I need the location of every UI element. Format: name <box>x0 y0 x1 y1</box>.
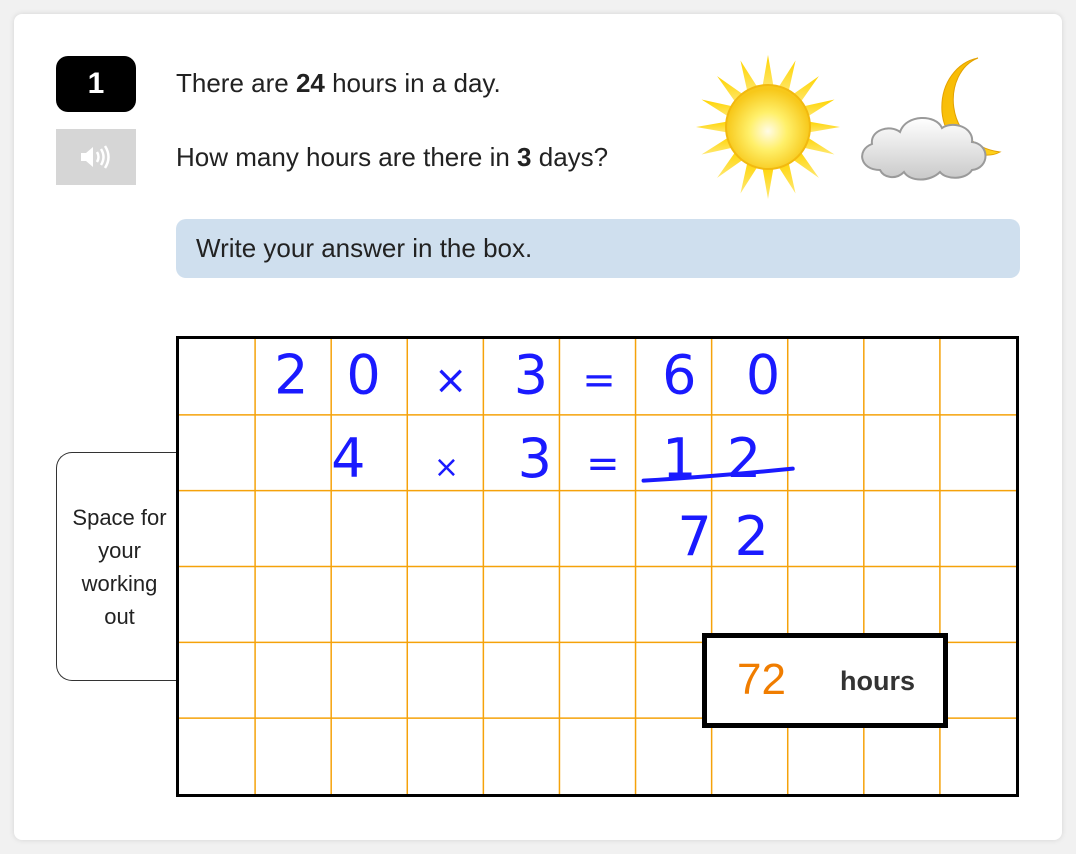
instruction-banner: Write your answer in the box. <box>176 219 1020 278</box>
instruction-text: Write your answer in the box. <box>196 233 533 263</box>
bold-number: 3 <box>517 142 532 172</box>
answer-unit: hours <box>840 666 916 696</box>
question-number-badge: 1 <box>56 56 136 112</box>
answer-box: hours <box>702 633 948 728</box>
bold-number: 24 <box>295 68 325 98</box>
question-line-1: There are 24 hours in a day. <box>176 68 501 99</box>
audio-button[interactable] <box>56 129 136 185</box>
text: How many hours are there in <box>176 142 518 172</box>
text: days? <box>531 142 609 172</box>
question-line-2: How many hours are there in 3 days? <box>176 142 608 173</box>
answer-input[interactable] <box>737 652 827 707</box>
working-out-label: Space for your working out <box>72 504 167 629</box>
speaker-icon <box>81 145 110 169</box>
sun-icon <box>696 55 840 199</box>
text: There are <box>176 68 296 98</box>
text: hours in a day. <box>324 68 501 98</box>
cloud-moon-icon <box>861 57 1002 181</box>
question-number: 1 <box>87 67 105 100</box>
working-out-label-tab: Space for your working out <box>56 452 182 681</box>
